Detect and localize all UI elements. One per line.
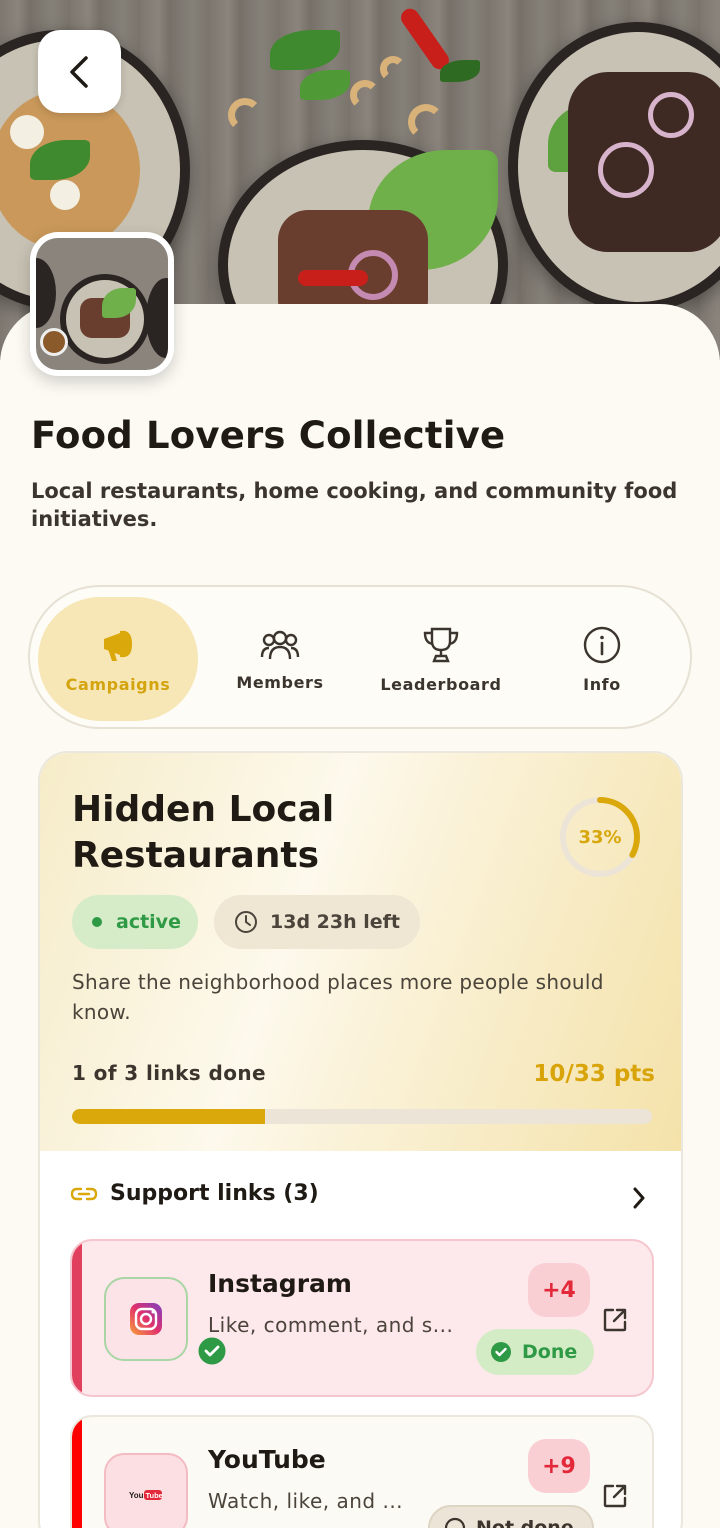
check-circle-icon (196, 1335, 228, 1367)
tab-members[interactable]: Members (200, 597, 360, 721)
progress-bar (72, 1109, 652, 1124)
support-links-header[interactable]: Support links (3) (70, 1181, 319, 1206)
link-name: Instagram (208, 1269, 352, 1298)
campaign-points: 10/33 pts (533, 1061, 655, 1087)
links-done-count: 1 of 3 links done (72, 1061, 266, 1085)
instagram-icon (104, 1277, 188, 1361)
tab-bar: Campaigns Members Leaderboard Info (28, 585, 692, 729)
back-button[interactable] (38, 30, 121, 113)
link-subtitle: Like, comment, and s... (208, 1313, 454, 1337)
tab-members-label: Members (236, 672, 324, 692)
tab-campaigns[interactable]: Campaigns (38, 597, 198, 721)
link-status-done: Done (476, 1329, 594, 1375)
community-title: Food Lovers Collective (31, 414, 506, 457)
external-link-icon[interactable] (602, 1307, 628, 1333)
status-badge: active (72, 895, 198, 949)
tab-info-label: Info (583, 674, 621, 694)
support-links-title: Support links (3) (110, 1181, 319, 1206)
campaign-card[interactable]: Hidden Local Restaurants 33% active 13d … (38, 751, 683, 1528)
svg-text:Tube: Tube (146, 1491, 163, 1500)
link-icon (70, 1187, 98, 1200)
external-link-icon[interactable] (602, 1483, 628, 1509)
link-accent-bar (72, 1417, 82, 1528)
tab-info[interactable]: Info (522, 597, 682, 721)
status-dot (92, 917, 102, 927)
youtube-icon: You Tube (104, 1453, 188, 1528)
tab-leaderboard-label: Leaderboard (380, 674, 502, 694)
link-accent-bar (72, 1241, 82, 1395)
chevron-right-icon[interactable] (631, 1185, 647, 1211)
trophy-icon (423, 627, 459, 662)
circle-outline-icon (444, 1517, 466, 1528)
time-left-text: 13d 23h left (270, 911, 400, 933)
community-avatar (30, 232, 174, 376)
members-icon (260, 630, 300, 659)
megaphone-icon (104, 630, 132, 661)
campaign-summary: Hidden Local Restaurants 33% active 13d … (40, 753, 681, 1151)
status-text: active (116, 911, 181, 933)
link-points-badge: +9 (528, 1439, 590, 1493)
info-icon (583, 626, 621, 663)
time-left-badge: 13d 23h left (214, 895, 420, 949)
campaign-title: Hidden Local Restaurants (72, 789, 335, 876)
progress-bar-fill (72, 1109, 266, 1124)
link-name: YouTube (208, 1445, 326, 1474)
svg-text:You: You (129, 1491, 144, 1500)
check-circle-icon (491, 1342, 511, 1362)
support-link-youtube[interactable]: You Tube YouTube Watch, like, and ... +9… (70, 1415, 654, 1528)
support-link-instagram[interactable]: Instagram Like, comment, and s... +4 Don… (70, 1239, 654, 1397)
progress-percent: 33% (578, 826, 622, 848)
link-status-text: Done (522, 1341, 578, 1363)
chevron-left-icon (69, 55, 88, 88)
tab-campaigns-label: Campaigns (65, 674, 171, 694)
link-status-not-done: Not done (428, 1505, 594, 1528)
clock-icon (235, 911, 257, 933)
community-description: Local restaurants, home cooking, and com… (31, 479, 678, 531)
link-subtitle: Watch, like, and ... (208, 1489, 404, 1513)
campaign-description: Share the neighborhood places more peopl… (72, 970, 604, 1024)
link-status-text: Not done (476, 1517, 574, 1528)
link-points-badge: +4 (528, 1263, 590, 1317)
tab-leaderboard[interactable]: Leaderboard (361, 597, 521, 721)
